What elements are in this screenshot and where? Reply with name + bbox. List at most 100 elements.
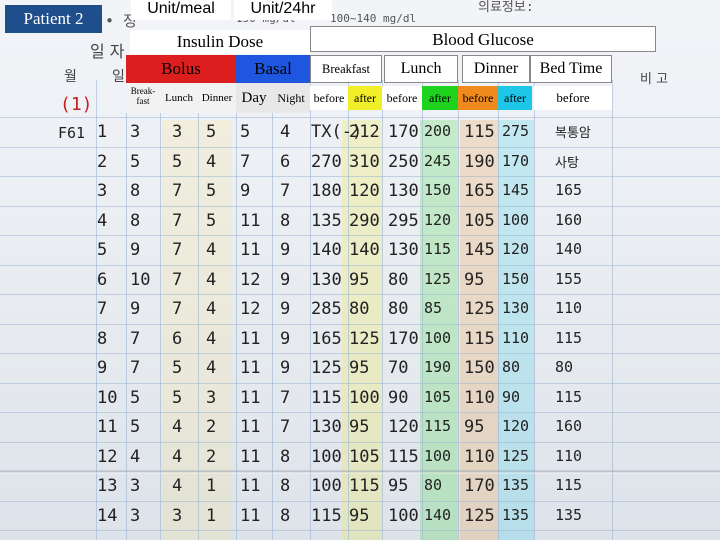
- row-basal-day-cell: 12: [240, 269, 261, 290]
- row-lunch-after-cell: 120: [424, 210, 452, 229]
- row-bed-before-cell: 115: [555, 328, 583, 347]
- row-breakfast-before-cell: 270: [311, 151, 342, 172]
- row-dinner-after-cell: 130: [502, 299, 530, 317]
- row-bolus-breakfast-cell: 7: [130, 358, 141, 378]
- row-breakfast-after-cell: 120: [349, 181, 380, 201]
- header-fragment-4: 의료정보:: [478, 0, 534, 15]
- row-bolus-lunch-cell: 5: [172, 358, 183, 378]
- row-lunch-before-cell: 100: [388, 505, 419, 526]
- row-dinner-before-cell: 125: [464, 505, 495, 526]
- row-lunch-after-cell: 105: [424, 387, 452, 406]
- row-day-cell: 13: [97, 476, 118, 496]
- row-day-cell: 1: [97, 122, 108, 142]
- header-fragment-3: 100~140 mg/dl: [330, 12, 417, 25]
- row-basal-day-cell: 11: [240, 358, 261, 378]
- row-bolus-lunch-cell: 3: [172, 505, 183, 526]
- row-lunch-after-cell: 190: [424, 358, 452, 376]
- row-breakfast-after-cell: 105: [349, 446, 380, 467]
- row-dinner-before-cell: 150: [464, 358, 495, 378]
- row-bed-before-cell: 사탕: [555, 155, 579, 171]
- row-breakfast-before-cell: 165: [311, 328, 342, 349]
- row-breakfast-before-cell: 135: [311, 210, 342, 231]
- row-bolus-lunch-cell: 6: [172, 328, 183, 349]
- month-mark: F61: [58, 124, 86, 142]
- row-dinner-before-cell: 115: [464, 122, 495, 142]
- unit-meal-label: Unit/meal: [131, 0, 231, 20]
- row-bolus-breakfast-cell: 5: [130, 417, 141, 437]
- row-breakfast-before-cell: 115: [311, 387, 342, 408]
- date-label: 일 자: [90, 42, 125, 61]
- remarks-label: 비 고: [640, 72, 669, 87]
- row-bolus-dinner-cell: 3: [206, 387, 217, 408]
- breakfast-before-subheader: before: [310, 86, 348, 110]
- row-basal-night-cell: 7: [280, 417, 291, 437]
- row-breakfast-after-cell: 95: [349, 269, 370, 290]
- row-breakfast-after-cell: 125: [349, 328, 380, 349]
- row-bed-before-cell: 155: [555, 269, 583, 288]
- row-lunch-after-cell: 140: [424, 505, 452, 524]
- row-bed-before-cell: 160: [555, 210, 583, 229]
- row-breakfast-before-cell: 285: [311, 299, 342, 319]
- row-day-cell: 7: [97, 299, 108, 319]
- row-breakfast-after-cell: 310: [349, 151, 380, 172]
- row-lunch-after-cell: 100: [424, 328, 452, 347]
- row-bed-before-cell: 복통암: [555, 126, 591, 141]
- row-bolus-lunch-cell: 7: [172, 181, 183, 201]
- row-basal-night-cell: 9: [280, 240, 291, 260]
- row-day-cell: 14: [97, 505, 118, 526]
- row-dinner-before-cell: 170: [464, 476, 495, 496]
- row-day-cell: 3: [97, 181, 108, 201]
- row-dinner-before-cell: 125: [464, 299, 495, 319]
- row-bed-before-cell: 110: [555, 299, 583, 317]
- row-lunch-before-cell: 80: [388, 269, 409, 290]
- row-lunch-after-cell: 85: [424, 299, 443, 317]
- bolus-header: Bolus: [126, 55, 236, 83]
- row-dinner-after-cell: 100: [502, 210, 530, 229]
- bed-time-header: Bed Time: [530, 55, 612, 83]
- row-bed-before-cell: 80: [555, 358, 574, 376]
- row-dinner-before-cell: 95: [464, 269, 485, 290]
- row-bolus-lunch-cell: 4: [172, 446, 183, 467]
- row-bolus-breakfast-cell: 10: [130, 269, 151, 290]
- row-dinner-before-cell: 145: [464, 240, 495, 260]
- row-bed-before-cell: 110: [555, 446, 583, 465]
- row-basal-night-cell: 4: [280, 122, 291, 142]
- row-bed-before-cell: 115: [555, 476, 583, 494]
- row-bolus-lunch-cell: 4: [172, 417, 183, 437]
- row-bed-before-cell: 165: [555, 181, 583, 199]
- row-bed-before-cell: 135: [555, 505, 583, 524]
- row-bolus-breakfast-cell: 3: [130, 476, 141, 496]
- month-value: (1): [60, 94, 93, 115]
- row-bolus-breakfast-cell: 9: [130, 299, 141, 319]
- row-bolus-dinner-cell: 1: [206, 505, 217, 526]
- row-bolus-lunch-cell: 5: [172, 387, 183, 408]
- row-breakfast-after-cell: 115: [349, 476, 380, 496]
- patient-label: Patient 2: [5, 5, 102, 33]
- row-day-cell: 5: [97, 240, 108, 260]
- row-basal-day-cell: 11: [240, 387, 261, 408]
- row-basal-night-cell: 9: [280, 358, 291, 378]
- lunch-before-subheader: before: [382, 86, 422, 110]
- row-bolus-lunch-cell: 7: [172, 299, 183, 319]
- breakfast-header: Breakfast: [310, 55, 382, 83]
- row-breakfast-before-cell: 125: [311, 358, 342, 378]
- row-lunch-after-cell: 80: [424, 476, 443, 494]
- row-bolus-dinner-cell: 4: [206, 240, 217, 260]
- bolus-dinner-subheader: Dinner: [198, 83, 236, 113]
- dinner-after-subheader: after: [498, 86, 532, 110]
- row-dinner-before-cell: 105: [464, 210, 495, 231]
- row-bolus-breakfast-cell: 9: [130, 240, 141, 260]
- row-day-cell: 4: [97, 210, 108, 231]
- row-bolus-breakfast-cell: 3: [130, 122, 141, 142]
- row-breakfast-before-cell: 140: [311, 240, 342, 260]
- row-breakfast-after-cell: 100: [349, 387, 380, 408]
- row-breakfast-after-cell: 140: [349, 240, 380, 260]
- row-lunch-before-cell: 95: [388, 476, 409, 496]
- row-breakfast-before-cell: 130: [311, 417, 342, 437]
- row-lunch-after-cell: 150: [424, 181, 452, 199]
- blood-glucose-header: Blood Glucose: [310, 26, 656, 52]
- row-bolus-dinner-cell: 2: [206, 417, 217, 437]
- row-basal-night-cell: 7: [280, 181, 291, 201]
- row-day-cell: 8: [97, 328, 108, 349]
- row-dinner-after-cell: 275: [502, 122, 530, 140]
